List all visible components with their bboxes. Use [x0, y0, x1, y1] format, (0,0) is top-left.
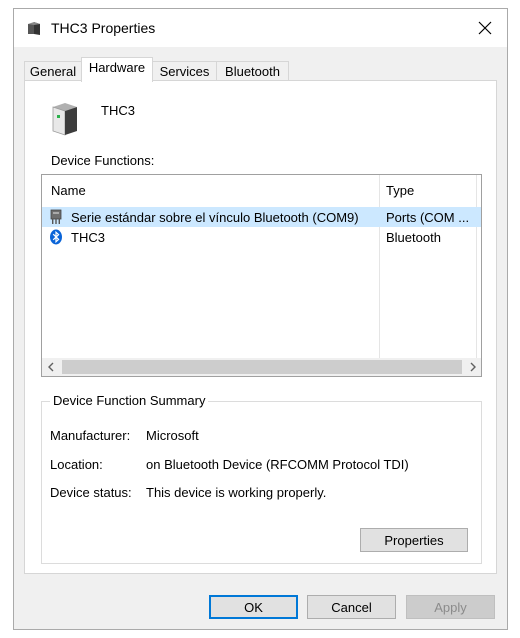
tab-bluetooth[interactable]: Bluetooth: [216, 61, 289, 81]
list-header: Name Type: [42, 175, 481, 201]
row-type: Bluetooth: [386, 230, 441, 245]
hardware-panel: THC3 Device Functions: Name Type Serie e…: [24, 80, 497, 574]
chevron-right-icon: [470, 362, 476, 372]
tab-hardware[interactable]: Hardware: [81, 57, 153, 82]
device-functions-label: Device Functions:: [51, 153, 155, 168]
device-name: THC3: [101, 103, 135, 118]
device-icon: [28, 22, 40, 35]
scroll-thumb[interactable]: [62, 360, 462, 374]
bluetooth-icon: [50, 229, 62, 245]
cancel-button[interactable]: Cancel: [307, 595, 396, 619]
ok-button[interactable]: OK: [209, 595, 298, 619]
title-bar[interactable]: THC3 Properties: [14, 9, 507, 47]
column-separator[interactable]: [476, 175, 477, 358]
device-functions-list[interactable]: Name Type Serie estándar sobre el víncul…: [41, 174, 482, 377]
device-status-label: Device status:: [50, 485, 132, 500]
scroll-right-button[interactable]: [464, 358, 481, 376]
row-name: THC3: [71, 230, 105, 245]
device-icon: [52, 103, 77, 136]
row-type: Ports (COM ...: [386, 210, 470, 225]
list-item[interactable]: Serie estándar sobre el vínculo Bluetoot…: [42, 207, 481, 227]
column-header-name[interactable]: Name: [51, 183, 86, 198]
column-separator[interactable]: [379, 175, 380, 358]
close-icon: [478, 21, 492, 35]
scroll-left-button[interactable]: [42, 358, 59, 376]
location-label: Location:: [50, 457, 103, 472]
close-button[interactable]: [463, 9, 507, 47]
manufacturer-value: Microsoft: [146, 428, 199, 443]
summary-title: Device Function Summary: [50, 393, 209, 408]
tab-services[interactable]: Services: [152, 61, 217, 81]
properties-button[interactable]: Properties: [360, 528, 468, 552]
location-value: on Bluetooth Device (RFCOMM Protocol TDI…: [146, 457, 409, 472]
column-header-type[interactable]: Type: [386, 183, 414, 198]
apply-button[interactable]: Apply: [406, 595, 495, 619]
window-title: THC3 Properties: [51, 20, 156, 36]
port-icon: [50, 209, 62, 224]
manufacturer-label: Manufacturer:: [50, 428, 131, 443]
device-status-value: This device is working properly.: [146, 485, 327, 500]
properties-dialog: THC3 Properties General Hardware Service…: [13, 8, 508, 630]
list-item[interactable]: THC3 Bluetooth: [42, 227, 481, 247]
row-name: Serie estándar sobre el vínculo Bluetoot…: [71, 210, 359, 225]
horizontal-scrollbar[interactable]: [42, 358, 481, 376]
chevron-left-icon: [47, 362, 53, 372]
device-function-summary: Device Function Summary Manufacturer: Mi…: [41, 393, 482, 564]
tab-general[interactable]: General: [24, 61, 82, 81]
